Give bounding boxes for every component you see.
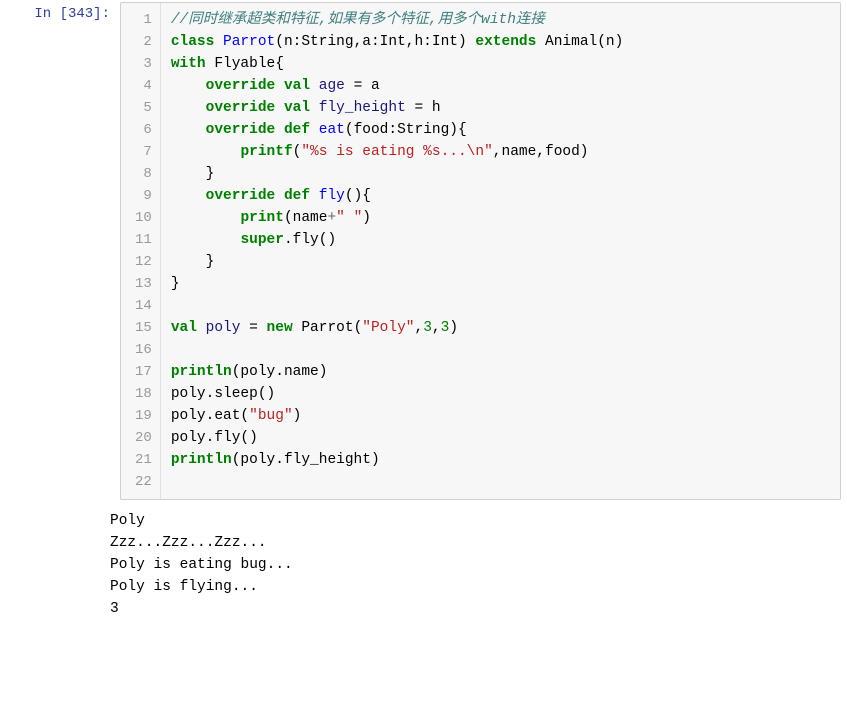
line-number: 5 <box>135 97 152 119</box>
output-line: Poly is flying... <box>110 576 293 598</box>
code-line[interactable]: super.fly() <box>171 229 830 251</box>
input-cell: In [343]: 1 2 3 4 5 6 7 8 9 10 11 12 13 … <box>0 0 847 502</box>
line-number: 16 <box>135 339 152 361</box>
code-line[interactable]: class Parrot(n:String,a:Int,h:Int) exten… <box>171 31 830 53</box>
output-line: Zzz...Zzz...Zzz... <box>110 532 293 554</box>
code-line[interactable]: override def eat(food:String){ <box>171 119 830 141</box>
code-line[interactable] <box>171 295 830 317</box>
code-line[interactable]: override def fly(){ <box>171 185 830 207</box>
code-editor[interactable]: //同时继承超类和特征,如果有多个特征,用多个with连接 class Parr… <box>161 3 840 499</box>
line-number: 14 <box>135 295 152 317</box>
code-line[interactable] <box>171 339 830 361</box>
code-line[interactable] <box>171 471 830 493</box>
code-line[interactable]: print(name+" ") <box>171 207 830 229</box>
line-number: 6 <box>135 119 152 141</box>
code-line[interactable]: poly.sleep() <box>171 383 830 405</box>
output-line: Poly is eating bug... <box>110 554 293 576</box>
comment-text: //同时继承超类和特征,如果有多个特征,用多个with连接 <box>171 12 545 28</box>
line-number: 7 <box>135 141 152 163</box>
line-number: 15 <box>135 317 152 339</box>
code-line[interactable]: printf("%s is eating %s...\n",name,food) <box>171 141 830 163</box>
line-number: 2 <box>135 31 152 53</box>
output-cell: PolyZzz...Zzz...Zzz...Poly is eating bug… <box>0 502 847 628</box>
line-number: 9 <box>135 185 152 207</box>
code-line[interactable]: println(poly.fly_height) <box>171 449 830 471</box>
line-number: 12 <box>135 251 152 273</box>
code-input-area[interactable]: 1 2 3 4 5 6 7 8 9 10 11 12 13 14 15 16 1… <box>120 2 841 500</box>
code-line[interactable]: //同时继承超类和特征,如果有多个特征,用多个with连接 <box>171 9 830 31</box>
code-line[interactable]: } <box>171 251 830 273</box>
code-line[interactable]: poly.fly() <box>171 427 830 449</box>
code-line[interactable]: println(poly.name) <box>171 361 830 383</box>
line-number: 3 <box>135 53 152 75</box>
line-number: 8 <box>135 163 152 185</box>
code-line[interactable]: override val fly_height = h <box>171 97 830 119</box>
line-number-gutter: 1 2 3 4 5 6 7 8 9 10 11 12 13 14 15 16 1… <box>121 3 161 499</box>
line-number: 4 <box>135 75 152 97</box>
line-number: 11 <box>135 229 152 251</box>
code-line[interactable]: poly.eat("bug") <box>171 405 830 427</box>
line-number: 19 <box>135 405 152 427</box>
output-line: Poly <box>110 510 293 532</box>
code-line[interactable]: val poly = new Parrot("Poly",3,3) <box>171 317 830 339</box>
line-number: 21 <box>135 449 152 471</box>
line-number: 17 <box>135 361 152 383</box>
line-number: 20 <box>135 427 152 449</box>
line-number: 13 <box>135 273 152 295</box>
code-line[interactable]: } <box>171 163 830 185</box>
input-prompt: In [343]: <box>0 0 120 28</box>
code-line[interactable]: with Flyable{ <box>171 53 830 75</box>
output-line: 3 <box>110 598 293 620</box>
line-number: 22 <box>135 471 152 493</box>
line-number: 1 <box>135 9 152 31</box>
code-line[interactable]: } <box>171 273 830 295</box>
stdout-output: PolyZzz...Zzz...Zzz...Poly is eating bug… <box>110 502 293 628</box>
line-number: 10 <box>135 207 152 229</box>
code-line[interactable]: override val age = a <box>171 75 830 97</box>
line-number: 18 <box>135 383 152 405</box>
